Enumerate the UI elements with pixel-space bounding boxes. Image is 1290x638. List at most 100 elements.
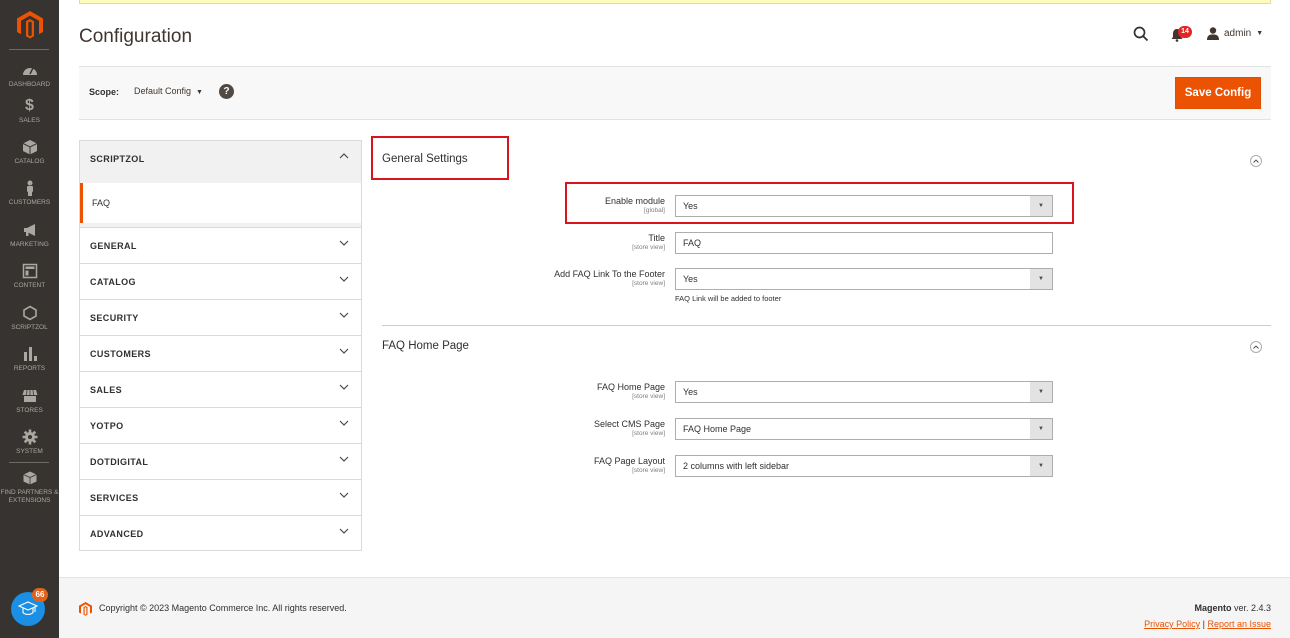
tab-group-items: FAQ (79, 177, 362, 223)
field-scope: [store view] (632, 244, 665, 251)
chevron-up-icon (1253, 345, 1259, 349)
megaphone-icon (23, 224, 35, 236)
extensions-icon (22, 471, 37, 485)
tab-group-title: SALES (90, 385, 123, 395)
system-notice-bar (79, 0, 1271, 4)
tab-group-title: GENERAL (90, 241, 137, 251)
tab-group-catalog[interactable]: CATALOG (79, 263, 362, 299)
nav-item-system[interactable]: SYSTEM (0, 429, 59, 456)
field-label-faq-page-layout: FAQ Page Layout (593, 456, 665, 466)
tab-group-title: SERVICES (90, 493, 139, 503)
notifications-count: 14 (1178, 26, 1192, 38)
tab-group-sales[interactable]: SALES (79, 371, 362, 407)
field-label-title: Title (648, 233, 665, 243)
chevron-down-icon (339, 276, 349, 282)
user-icon (1207, 27, 1219, 40)
select-value: 2 columns with left sidebar (683, 461, 790, 471)
section-divider (382, 325, 1271, 326)
enable-module-select[interactable]: Yes ▼ (675, 195, 1053, 217)
faq-home-page-select[interactable]: Yes ▼ (675, 381, 1053, 403)
copyright-text: Copyright © 2023 Magento Commerce Inc. A… (99, 603, 347, 613)
field-label-faq-home-page: FAQ Home Page (596, 382, 665, 392)
dropdown-arrow-icon: ▼ (1030, 196, 1052, 216)
chevron-down-icon (339, 528, 349, 534)
nav-item-customers[interactable]: CUSTOMERS (0, 180, 59, 207)
tab-item-faq[interactable]: FAQ (80, 183, 361, 223)
nav-divider (9, 462, 49, 463)
dropdown-arrow-icon: ▼ (1030, 382, 1052, 402)
title-input[interactable] (675, 232, 1053, 254)
section-collapse-toggle[interactable] (1250, 155, 1262, 167)
nav-item-stores[interactable]: STORES (0, 388, 59, 415)
dropdown-arrow-icon: ▼ (1030, 269, 1052, 289)
tab-group-services[interactable]: SERVICES (79, 479, 362, 515)
person-icon (26, 180, 33, 196)
field-scope: [store view] (632, 393, 665, 400)
tab-group-scriptzol[interactable]: SCRIPTZOL (79, 140, 362, 177)
admin-sidebar: DASHBOARD $ SALES CATALOG CUSTOMERS MARK… (0, 0, 59, 638)
magento-logo-icon[interactable] (17, 11, 43, 39)
chevron-down-icon (339, 384, 349, 390)
select-value: FAQ Home Page (683, 424, 752, 434)
tab-group-title: SECURITY (90, 313, 139, 323)
brand-name: Magento (1194, 603, 1232, 613)
add-faq-link-footer-select[interactable]: Yes ▼ (675, 268, 1053, 290)
config-tabs-sidebar: SCRIPTZOL FAQ GENERAL CATALOG SECURITY C… (79, 140, 362, 551)
scope-switcher[interactable]: Default Config ▼ (134, 86, 203, 96)
faq-page-layout-select[interactable]: 2 columns with left sidebar ▼ (675, 455, 1053, 477)
nav-item-sales[interactable]: $ SALES (0, 98, 59, 125)
field-scope: [store view] (632, 280, 665, 287)
scope-label: Scope: (89, 87, 120, 97)
report-issue-link[interactable]: Report an Issue (1207, 619, 1271, 629)
tab-group-title: CATALOG (90, 277, 136, 287)
field-scope: [global] (644, 207, 665, 214)
learning-badge: 66 (32, 588, 48, 602)
section-title-faq-home-page[interactable]: FAQ Home Page (382, 340, 469, 352)
chevron-down-icon: ▼ (196, 89, 203, 96)
privacy-policy-link[interactable]: Privacy Policy (1144, 619, 1200, 629)
footer-links: Privacy Policy | Report an Issue (1144, 619, 1271, 629)
tab-group-title: ADVANCED (90, 529, 144, 539)
nav-item-catalog[interactable]: CATALOG (0, 139, 59, 166)
help-icon[interactable]: ? (219, 84, 234, 99)
nav-item-dashboard[interactable]: DASHBOARD (0, 62, 59, 89)
select-value: Yes (683, 387, 698, 397)
admin-user-menu[interactable]: admin ▼ (1207, 27, 1263, 40)
admin-username: admin (1224, 28, 1252, 39)
page-actions-bar: Scope: Default Config ▼ ? Save Config (79, 66, 1271, 120)
nav-item-content[interactable]: CONTENT (0, 263, 59, 290)
dollar-icon: $ (25, 97, 34, 114)
field-label-add-faq-link: Add FAQ Link To the Footer (554, 269, 665, 279)
tab-item-label: FAQ (92, 198, 111, 208)
tab-group-general[interactable]: GENERAL (79, 227, 362, 263)
storefront-icon (22, 389, 37, 402)
chevron-down-icon (339, 312, 349, 318)
nav-item-reports[interactable]: REPORTS (0, 346, 59, 373)
nav-item-marketing[interactable]: MARKETING (0, 222, 59, 249)
section-collapse-toggle[interactable] (1250, 341, 1262, 353)
tab-group-yotpo[interactable]: YOTPO (79, 407, 362, 443)
search-icon[interactable] (1133, 26, 1149, 42)
tab-group-advanced[interactable]: ADVANCED (79, 515, 362, 551)
chevron-down-icon (339, 492, 349, 498)
nav-item-find-partners[interactable]: FIND PARTNERS & EXTENSIONS (0, 470, 59, 505)
dropdown-arrow-icon: ▼ (1030, 419, 1052, 439)
select-cms-page-select[interactable]: FAQ Home Page ▼ (675, 418, 1053, 440)
dropdown-arrow-icon: ▼ (1030, 456, 1052, 476)
tab-group-title: CUSTOMERS (90, 349, 151, 359)
tab-group-security[interactable]: SECURITY (79, 299, 362, 335)
tab-group-customers[interactable]: CUSTOMERS (79, 335, 362, 371)
chevron-down-icon (339, 240, 349, 246)
nav-divider (9, 49, 49, 50)
bar-chart-icon (23, 347, 37, 361)
page-title: Configuration (79, 26, 193, 47)
gear-icon (22, 429, 37, 445)
section-title-general-settings[interactable]: General Settings (382, 153, 468, 165)
chevron-up-icon (339, 153, 349, 159)
graduation-cap-icon (18, 601, 38, 615)
tab-group-title: YOTPO (90, 421, 124, 431)
save-config-button[interactable]: Save Config (1175, 77, 1261, 109)
tab-group-dotdigital[interactable]: DOTDIGITAL (79, 443, 362, 479)
tab-group-title: DOTDIGITAL (90, 457, 149, 467)
nav-item-scriptzol[interactable]: SCRIPTZOL (0, 305, 59, 332)
